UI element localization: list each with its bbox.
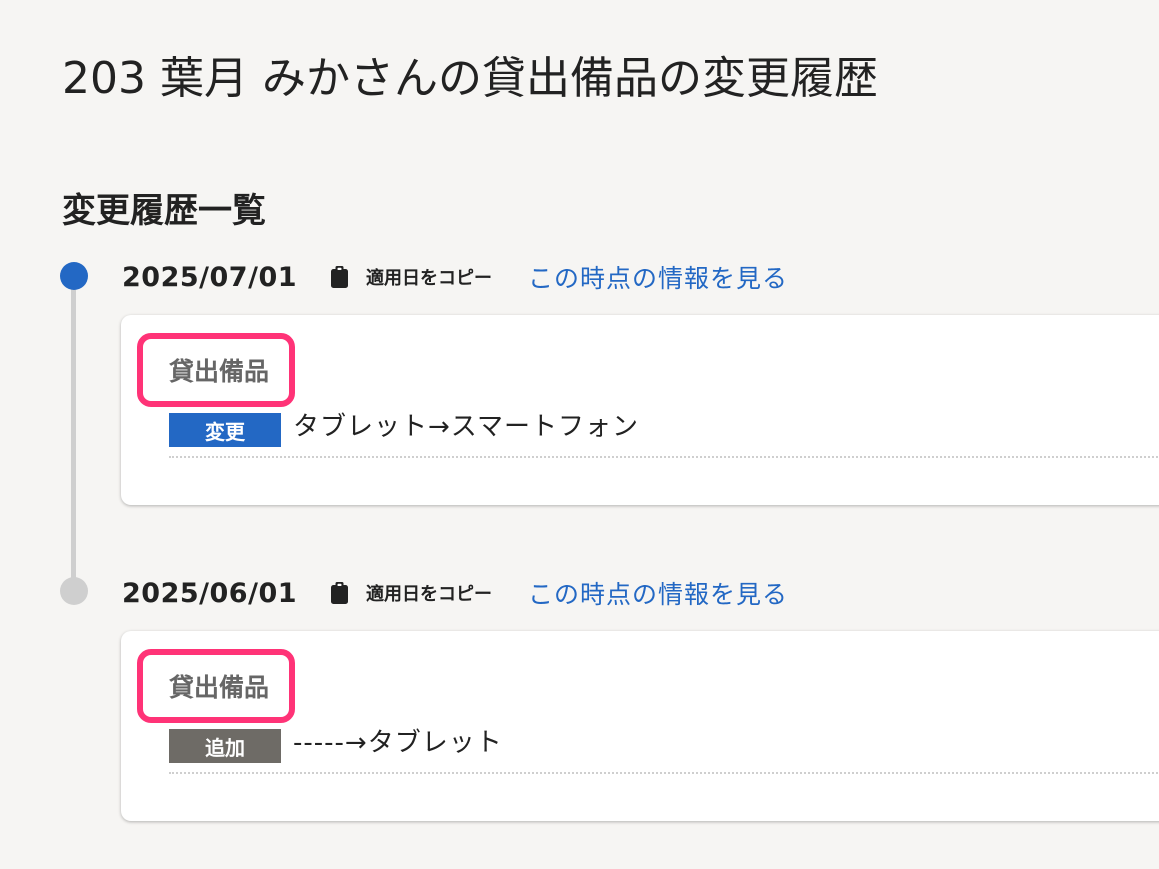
page-title: 203 葉月 みかさんの貸出備品の変更履歴 <box>62 53 878 105</box>
entry-date: 2025/07/01 <box>122 261 298 293</box>
item-label: 貸出備品 <box>169 673 270 702</box>
copy-date-button[interactable]: 適用日をコピー <box>331 580 492 606</box>
history-entry-header: 2025/06/01 適用日をコピー この時点の情報を見る <box>122 573 788 613</box>
history-entry-header: 2025/07/01 適用日をコピー この時点の情報を見る <box>122 257 788 297</box>
divider <box>169 456 1159 458</box>
copy-date-label: 適用日をコピー <box>366 268 493 289</box>
entry-date: 2025/06/01 <box>122 577 298 609</box>
timeline-dot-past <box>60 577 88 605</box>
item-label: 貸出備品 <box>169 357 270 386</box>
timeline-line <box>71 280 76 590</box>
item-label-highlight: 貸出備品 <box>137 333 295 407</box>
view-snapshot-link[interactable]: この時点の情報を見る <box>528 575 788 611</box>
history-card: 貸出備品 変更 タブレット→スマートフォン <box>121 315 1159 505</box>
copy-date-label: 適用日をコピー <box>366 584 493 605</box>
section-title: 変更履歴一覧 <box>62 191 266 232</box>
change-value: タブレット→スマートフォン <box>293 412 640 442</box>
clipboard-icon <box>331 266 349 288</box>
timeline-dot-current <box>60 262 88 290</box>
item-label-highlight: 貸出備品 <box>137 649 295 723</box>
clipboard-icon <box>331 582 349 604</box>
view-snapshot-link[interactable]: この時点の情報を見る <box>528 259 788 295</box>
change-type-badge: 追加 <box>169 729 281 763</box>
change-value: -----→タブレット <box>293 728 503 758</box>
change-type-badge: 変更 <box>169 413 281 447</box>
divider <box>169 772 1159 774</box>
copy-date-button[interactable]: 適用日をコピー <box>331 264 492 290</box>
history-card: 貸出備品 追加 -----→タブレット <box>121 631 1159 821</box>
